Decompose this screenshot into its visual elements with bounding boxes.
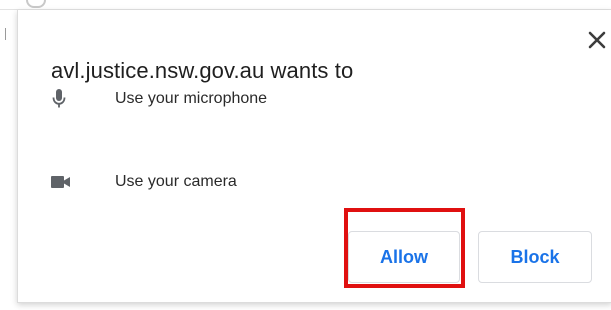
permission-dialog: avl.justice.nsw.gov.au wants to Use your… xyxy=(17,10,611,303)
browser-top-strip xyxy=(0,0,611,10)
tab-edge xyxy=(26,0,46,8)
permission-label-camera: Use your camera xyxy=(115,173,237,190)
allow-button[interactable]: Allow xyxy=(348,231,460,283)
camera-icon xyxy=(51,169,83,195)
screenshot-frame: avl.justice.nsw.gov.au wants to Use your… xyxy=(0,0,611,310)
permission-row-microphone: Use your microphone xyxy=(51,86,267,112)
block-button[interactable]: Block xyxy=(478,231,592,283)
dialog-title: avl.justice.nsw.gov.au wants to xyxy=(51,58,354,83)
close-icon[interactable] xyxy=(585,28,609,52)
permission-label-microphone: Use your microphone xyxy=(115,90,268,107)
left-edge-mark xyxy=(5,28,6,40)
permission-row-camera: Use your camera xyxy=(51,169,237,195)
close-button[interactable] xyxy=(585,28,609,52)
microphone-icon xyxy=(51,86,83,112)
